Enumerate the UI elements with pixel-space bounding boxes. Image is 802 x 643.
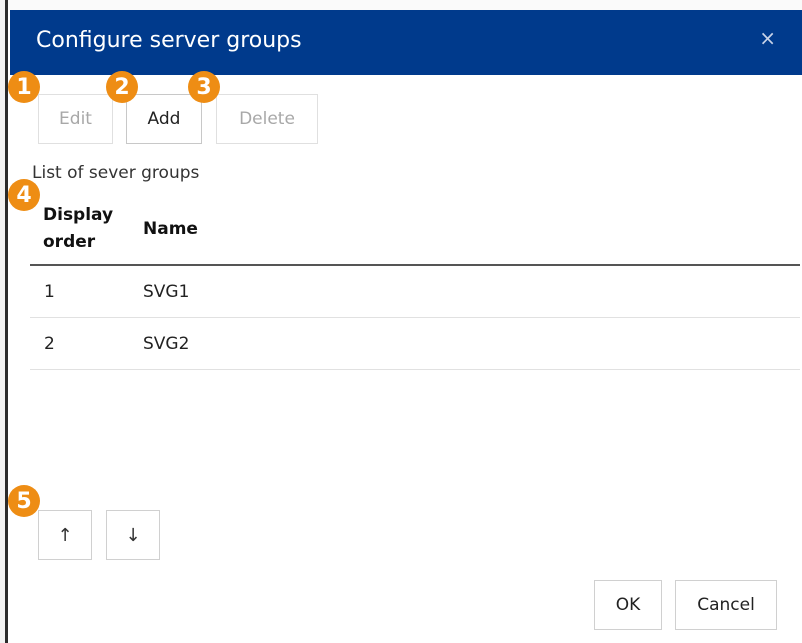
callout-badge-2: 2 <box>106 71 138 103</box>
configure-server-groups-dialog: Configure server groups × Edit Add Delet… <box>10 10 802 643</box>
callout-badge-3: 3 <box>188 71 220 103</box>
callout-badge-4: 4 <box>8 179 40 211</box>
callout-badge-5: 5 <box>8 485 40 517</box>
add-button[interactable]: Add <box>126 94 202 144</box>
arrow-down-icon: ↓ <box>125 524 141 546</box>
background-top-edge <box>0 0 802 10</box>
cell-name: SVG1 <box>143 282 190 302</box>
move-down-button[interactable]: ↓ <box>106 510 160 560</box>
cell-display-order: 2 <box>44 334 55 354</box>
callout-badge-1: 1 <box>8 71 40 103</box>
move-up-button[interactable]: ↑ <box>38 510 92 560</box>
column-header-name: Name <box>143 219 198 239</box>
background-left-edge <box>0 0 8 643</box>
edit-button[interactable]: Edit <box>38 94 113 144</box>
column-header-display-order: Display order <box>43 202 133 256</box>
cancel-button[interactable]: Cancel <box>675 580 777 630</box>
dialog-titlebar: Configure server groups × <box>10 10 802 75</box>
table-header: Display order Name <box>30 200 800 266</box>
ok-button[interactable]: OK <box>594 580 662 630</box>
close-icon[interactable]: × <box>759 26 776 50</box>
server-group-table: Display order Name 1 SVG1 2 SVG2 <box>30 200 800 370</box>
cell-display-order: 1 <box>44 282 55 302</box>
server-group-list-label: List of sever groups <box>32 163 200 183</box>
delete-button[interactable]: Delete <box>216 94 318 144</box>
table-row[interactable]: 1 SVG1 <box>30 266 800 318</box>
dialog-title: Configure server groups <box>36 28 302 53</box>
table-row[interactable]: 2 SVG2 <box>30 318 800 370</box>
column-header-display-order-line2: order <box>43 232 96 252</box>
cell-name: SVG2 <box>143 334 190 354</box>
column-header-display-order-line1: Display <box>43 205 114 225</box>
arrow-up-icon: ↑ <box>57 524 73 546</box>
